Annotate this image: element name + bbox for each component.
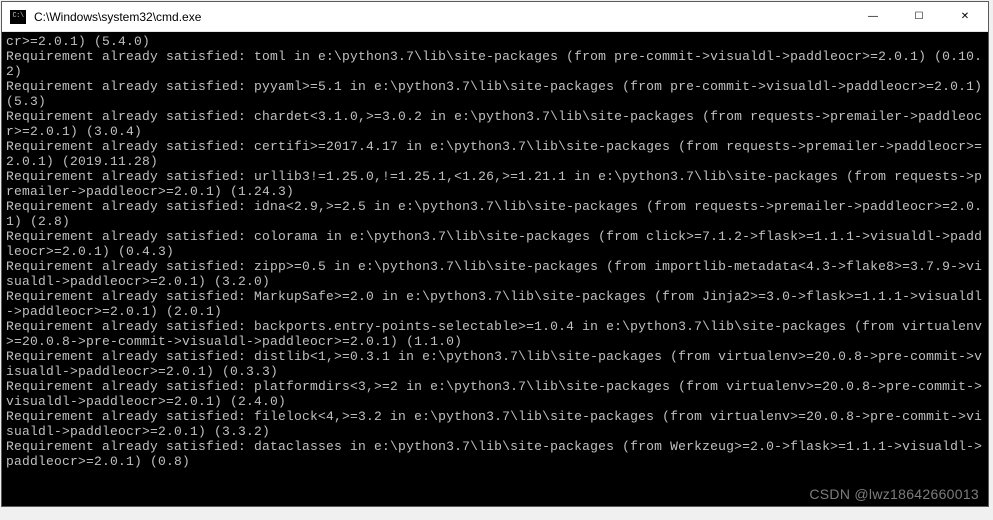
terminal-line: Requirement already satisfied: platformd…: [6, 379, 984, 409]
minimize-button[interactable]: —: [850, 2, 896, 31]
terminal-output[interactable]: cr>=2.0.1) (5.4.0)Requirement already sa…: [2, 32, 988, 506]
close-button[interactable]: ✕: [942, 2, 988, 31]
maximize-button[interactable]: ☐: [896, 2, 942, 31]
terminal-line: Requirement already satisfied: distlib<1…: [6, 349, 984, 379]
terminal-line: Requirement already satisfied: filelock<…: [6, 409, 984, 439]
terminal-line: Requirement already satisfied: dataclass…: [6, 439, 984, 469]
terminal-line: Requirement already satisfied: zipp>=0.5…: [6, 259, 984, 289]
terminal-line: cr>=2.0.1) (5.4.0): [6, 34, 984, 49]
terminal-line: Requirement already satisfied: pyyaml>=5…: [6, 79, 984, 109]
terminal-line: Requirement already satisfied: colorama …: [6, 229, 984, 259]
terminal-line: Requirement already satisfied: urllib3!=…: [6, 169, 984, 199]
terminal-line: Requirement already satisfied: chardet<3…: [6, 109, 984, 139]
terminal-line: Requirement already satisfied: MarkupSaf…: [6, 289, 984, 319]
window-controls: — ☐ ✕: [850, 2, 988, 31]
terminal-line: Requirement already satisfied: backports…: [6, 319, 984, 349]
terminal-line: Requirement already satisfied: toml in e…: [6, 49, 984, 79]
titlebar[interactable]: C:\Windows\system32\cmd.exe — ☐ ✕: [2, 2, 988, 32]
cmd-window: C:\Windows\system32\cmd.exe — ☐ ✕ cr>=2.…: [1, 1, 989, 507]
window-title: C:\Windows\system32\cmd.exe: [32, 10, 850, 24]
cmd-icon: [10, 10, 26, 24]
terminal-line: Requirement already satisfied: idna<2.9,…: [6, 199, 984, 229]
terminal-line: Requirement already satisfied: certifi>=…: [6, 139, 984, 169]
